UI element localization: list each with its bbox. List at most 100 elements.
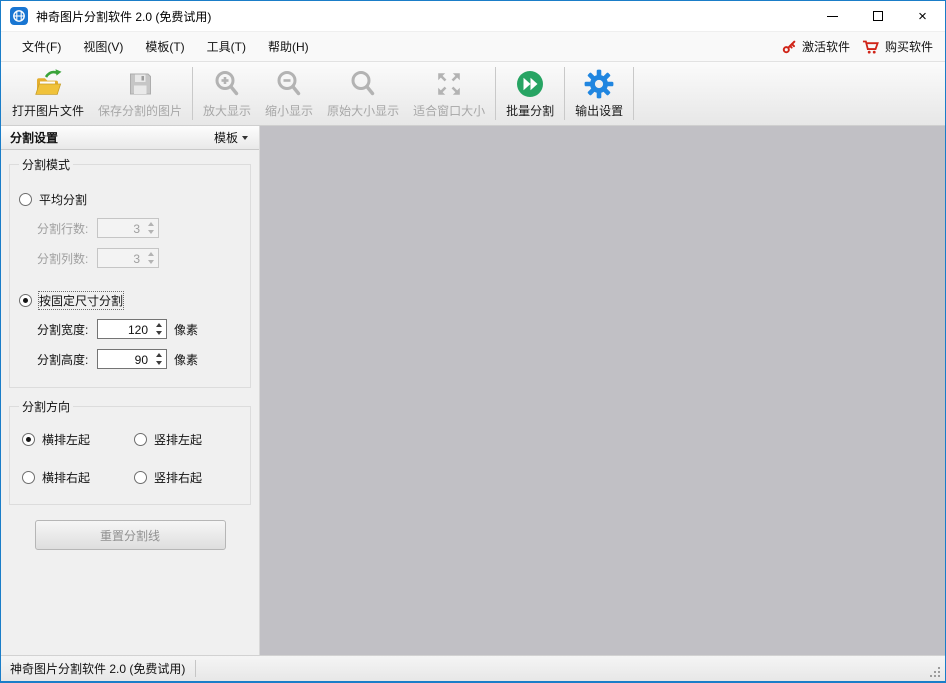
key-icon: [782, 39, 797, 54]
toolbar-original-size-label: 原始大小显示: [327, 102, 399, 119]
window-title: 神奇图片分割软件 2.0 (免费试用): [36, 8, 810, 25]
radio-horizontal-from-left[interactable]: 横排左起: [22, 431, 134, 448]
split-cols-spin-buttons: [143, 249, 158, 267]
template-dropdown-button[interactable]: 模板: [212, 127, 250, 148]
split-rows-spinner: 3: [97, 218, 159, 238]
split-direction-options: 横排左起 竖排左起 横排右起 竖排右起: [19, 431, 241, 486]
window-controls: ×: [810, 1, 945, 31]
toolbar-batch-split-label: 批量分割: [506, 102, 554, 119]
toolbar-zoom-in-button: 放大显示: [196, 64, 258, 123]
split-cols-value: 3: [98, 249, 143, 267]
batch-split-icon: [514, 67, 546, 100]
status-text: 神奇图片分割软件 2.0 (免费试用): [10, 660, 185, 677]
menu-template[interactable]: 模板(T): [134, 34, 195, 59]
toolbar-separator: [633, 67, 634, 120]
split-rows-label: 分割行数:: [37, 220, 97, 237]
toolbar-separator: [192, 67, 193, 120]
radio-average-split[interactable]: 平均分割: [19, 191, 241, 208]
radio-horizontal-from-right[interactable]: 横排右起: [22, 469, 134, 486]
minimize-button[interactable]: [810, 1, 855, 31]
radio-vertical-from-right-label: 竖排右起: [154, 469, 202, 486]
toolbar-fit-window-label: 适合窗口大小: [413, 102, 485, 119]
spin-up-icon: [148, 252, 154, 256]
caret-down-icon: [242, 136, 248, 140]
toolbar-batch-split-button[interactable]: 批量分割: [499, 64, 561, 123]
split-width-spinner[interactable]: 120: [97, 319, 167, 339]
toolbar-separator: [564, 67, 565, 120]
split-height-row: 分割高度: 90 像素: [37, 349, 241, 369]
spin-down-icon: [148, 230, 154, 234]
toolbar-output-settings-label: 输出设置: [575, 102, 623, 119]
menu-tools[interactable]: 工具(T): [196, 34, 257, 59]
toolbar-open-image-button[interactable]: 打开图片文件: [5, 64, 91, 123]
split-height-value[interactable]: 90: [98, 350, 151, 368]
split-direction-group: 分割方向 横排左起 竖排左起 横排右起: [9, 398, 251, 505]
toolbar: 打开图片文件 保存分割的图片: [1, 61, 945, 126]
radio-vertical-from-left-label: 竖排左起: [154, 431, 202, 448]
activate-software-link[interactable]: 激活软件: [782, 38, 850, 55]
toolbar-output-settings-button[interactable]: 输出设置: [568, 64, 630, 123]
image-canvas-area[interactable]: [260, 126, 945, 655]
split-width-unit: 像素: [174, 321, 198, 338]
split-height-spin-buttons[interactable]: [151, 350, 166, 368]
menu-help[interactable]: 帮助(H): [257, 34, 320, 59]
reset-split-lines-button: 重置分割线: [35, 520, 226, 550]
status-bar: 神奇图片分割软件 2.0 (免费试用): [1, 655, 945, 681]
radio-fixed-size-split[interactable]: 按固定尺寸分割: [19, 292, 241, 309]
panel-header: 分割设置 模板: [1, 126, 259, 150]
split-width-value[interactable]: 120: [98, 320, 151, 338]
toolbar-save-split-label: 保存分割的图片: [98, 102, 182, 119]
app-logo-icon: [10, 7, 28, 25]
menu-view[interactable]: 视图(V): [72, 34, 134, 59]
split-width-spin-buttons[interactable]: [151, 320, 166, 338]
save-icon: [124, 67, 156, 100]
radio-horizontal-from-right-label: 横排右起: [42, 469, 90, 486]
status-separator: [195, 660, 196, 677]
split-cols-row: 分割列数: 3: [37, 248, 241, 268]
buy-software-link[interactable]: 购买软件: [862, 38, 933, 55]
resize-grip-icon[interactable]: [929, 666, 941, 678]
split-direction-group-title: 分割方向: [19, 398, 73, 415]
toolbar-zoom-out-button: 缩小显示: [258, 64, 320, 123]
split-rows-spin-buttons: [143, 219, 158, 237]
toolbar-zoom-in-label: 放大显示: [203, 102, 251, 119]
spin-up-icon[interactable]: [156, 323, 162, 327]
main-body: 分割设置 模板 分割模式 平均分割 分割行数:: [1, 126, 945, 655]
split-rows-row: 分割行数: 3: [37, 218, 241, 238]
menu-bar: 文件(F) 视图(V) 模板(T) 工具(T) 帮助(H) 激活软件: [1, 31, 945, 61]
spin-up-icon[interactable]: [156, 353, 162, 357]
toolbar-open-image-label: 打开图片文件: [12, 102, 84, 119]
radio-horizontal-from-left-label: 横排左起: [42, 431, 90, 448]
open-image-icon: [32, 67, 64, 100]
split-height-label: 分割高度:: [37, 351, 97, 368]
split-mode-group: 分割模式 平均分割 分割行数: 3: [9, 156, 251, 388]
radio-circle-icon: [134, 433, 147, 446]
radio-circle-icon: [19, 294, 32, 307]
panel-title: 分割设置: [10, 129, 58, 146]
radio-circle-icon: [22, 471, 35, 484]
close-button[interactable]: ×: [900, 1, 945, 31]
fit-window-icon: [433, 67, 465, 100]
radio-fixed-size-split-label: 按固定尺寸分割: [39, 292, 123, 309]
menu-right-links: 激活软件 购买软件: [782, 38, 935, 55]
radio-circle-icon: [22, 433, 35, 446]
toolbar-separator: [495, 67, 496, 120]
toolbar-save-split-button: 保存分割的图片: [91, 64, 189, 123]
buy-software-label: 购买软件: [885, 38, 933, 55]
split-height-spinner[interactable]: 90: [97, 349, 167, 369]
split-settings-panel: 分割设置 模板 分割模式 平均分割 分割行数:: [1, 126, 260, 655]
spin-down-icon[interactable]: [156, 331, 162, 335]
menu-file[interactable]: 文件(F): [11, 34, 72, 59]
spin-down-icon[interactable]: [156, 361, 162, 365]
zoom-original-icon: [347, 67, 379, 100]
radio-vertical-from-left[interactable]: 竖排左起: [134, 431, 241, 448]
maximize-button[interactable]: [855, 1, 900, 31]
activate-software-label: 激活软件: [802, 38, 850, 55]
radio-vertical-from-right[interactable]: 竖排右起: [134, 469, 241, 486]
close-icon: ×: [918, 9, 927, 24]
radio-average-split-label: 平均分割: [39, 191, 87, 208]
toolbar-zoom-out-label: 缩小显示: [265, 102, 313, 119]
spin-down-icon: [148, 260, 154, 264]
maximize-icon: [873, 11, 883, 21]
toolbar-fit-window-button: 适合窗口大小: [406, 64, 492, 123]
